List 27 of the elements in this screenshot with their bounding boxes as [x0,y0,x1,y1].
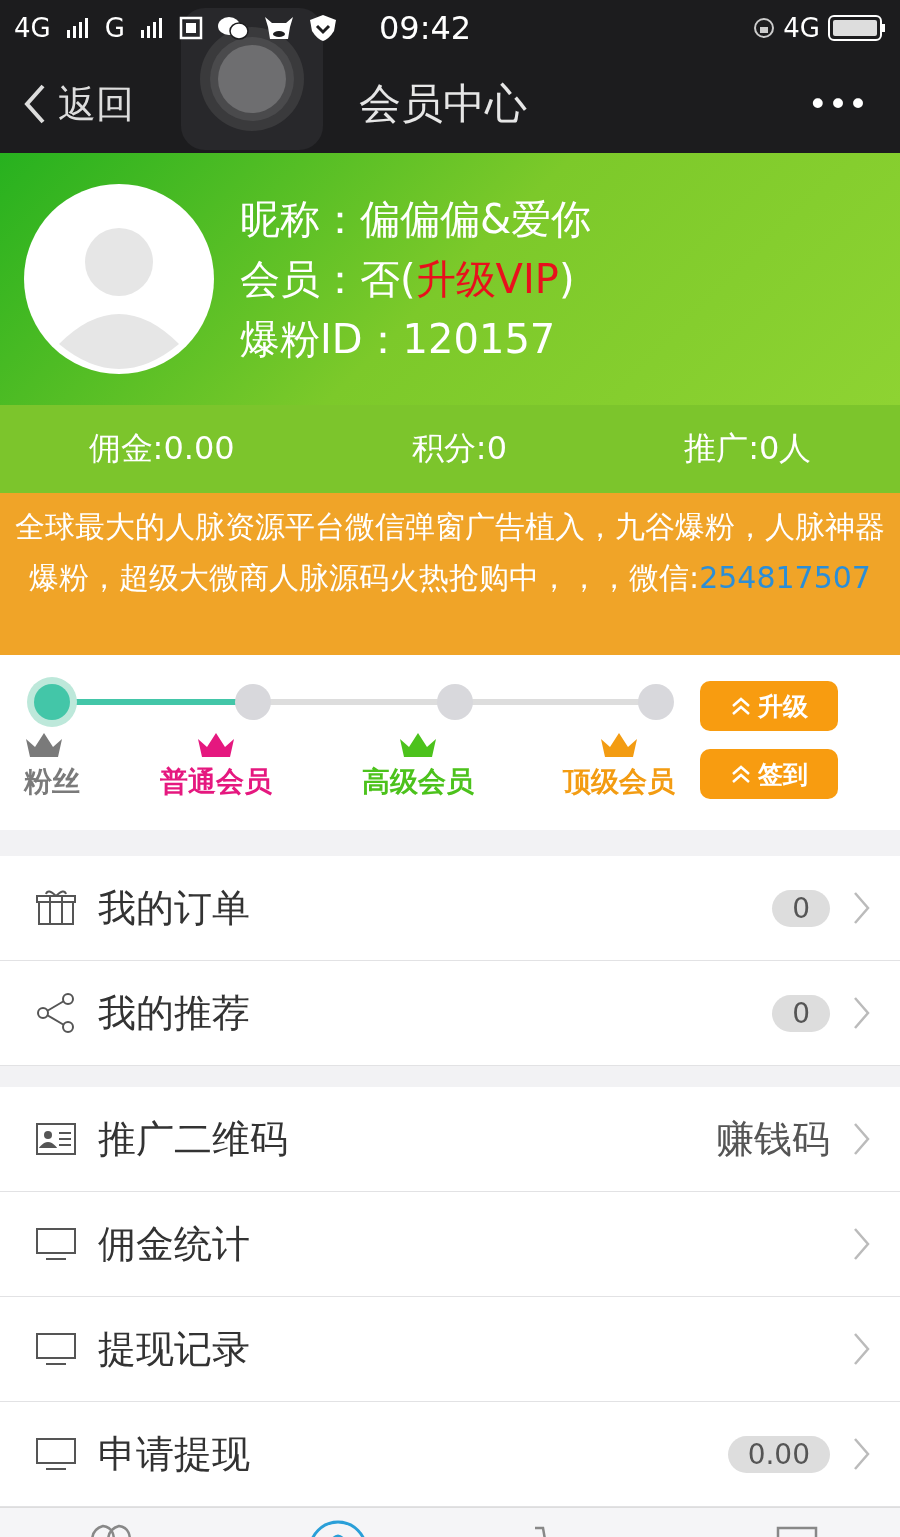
level-name: 粉丝 [24,764,80,800]
notice-text: 全球最大的人脉资源平台微信弹窗广告植入，九谷爆粉，人脉神器爆粉，超级大微商人脉源码火热抢购中，，，微信:254817507 [0,493,900,655]
network-label: 4G [14,12,51,43]
stat-label: 佣金:0.00 [88,428,235,469]
menu-item[interactable]: 我的推荐 0 [0,961,900,1066]
menu-item[interactable]: 推广二维码 赚钱码 [0,1087,900,1192]
menu-value: 赚钱码 [716,1115,830,1163]
back-button[interactable]: 返回 [24,78,134,130]
stat-label: 积分:0 [411,428,507,469]
profile-field: 爆粉ID：120157 [240,316,592,362]
level-name: 顶级会员 [563,764,675,800]
network-label: G [104,12,125,43]
level-name: 高级会员 [361,764,474,800]
menu-item[interactable]: 提现记录 [0,1297,900,1402]
more-button[interactable]: ••• [799,84,876,124]
count-badge: 0 [772,889,830,927]
profile-field: 昵称：偏偏偏&爱你 [240,196,592,242]
profile-field: 会员：否(升级VIP) [240,256,592,302]
network-label: 4G [783,12,820,43]
menu-item[interactable]: 佣金统计 [0,1192,900,1297]
stat-label: 推广:0人 [684,428,812,469]
status-time: 09:42 [378,8,472,47]
count-badge: 0 [772,994,830,1032]
count-badge: 0.00 [727,1435,830,1473]
page-title: 会员中心 [359,78,528,130]
menu-item[interactable]: 我的订单 0 [0,856,900,961]
level-name: 普通会员 [160,764,273,800]
